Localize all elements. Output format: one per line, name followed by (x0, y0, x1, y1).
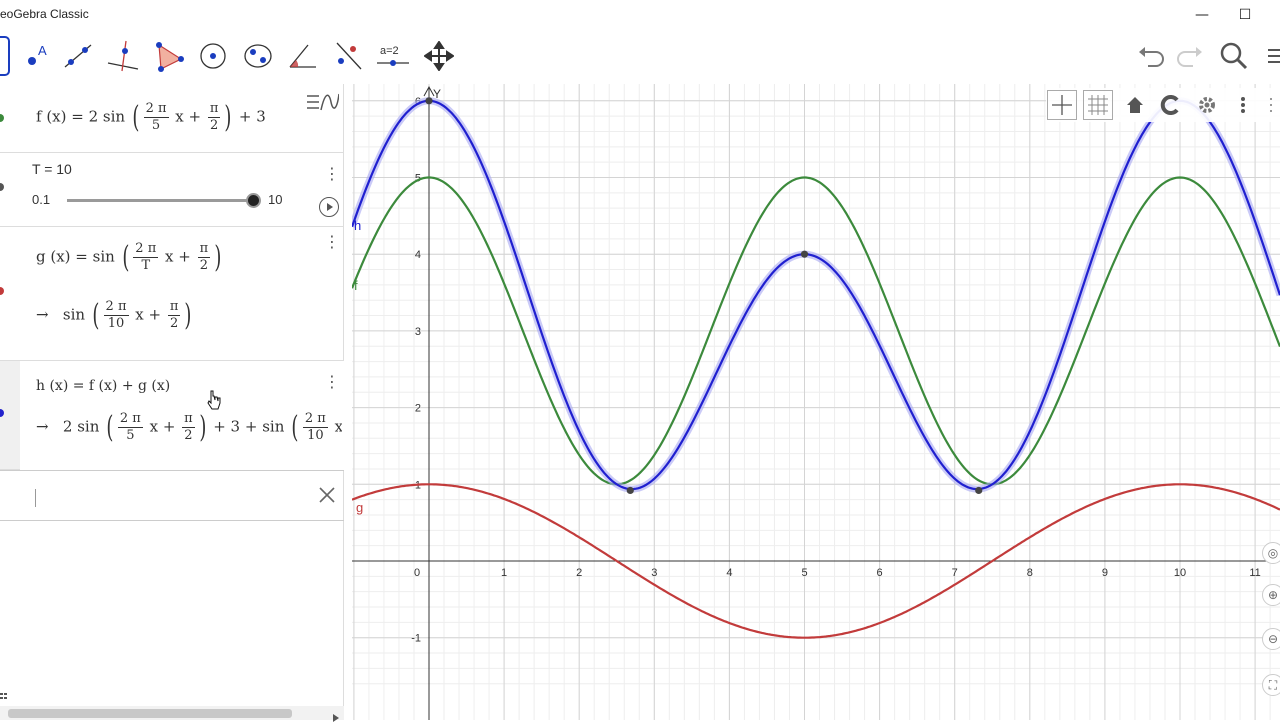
extremum-point (626, 486, 634, 495)
y-tick-label: -1 (411, 633, 421, 645)
x-tick-label: 9 (1102, 567, 1108, 579)
clear-input-icon[interactable] (317, 485, 337, 509)
slider-max: 10 (268, 192, 283, 207)
play-button[interactable] (319, 197, 339, 217)
grid-toggle-icon[interactable] (1083, 90, 1113, 120)
x-tick-label: 2 (576, 567, 582, 579)
visibility-toggle-f[interactable] (0, 114, 4, 122)
curve-label-h: h (354, 218, 361, 233)
menu-icon[interactable] (1262, 38, 1280, 74)
scroll-right-icon[interactable] (332, 708, 340, 727)
value-h: → 2 sin (2 π5 x + π 2) + 3 + sin (2 π 10 x… (36, 411, 342, 444)
curve-label-g: g (356, 500, 363, 515)
angle-tool-icon[interactable] (283, 36, 323, 76)
x-tick-label: 7 (952, 567, 958, 579)
collapse-stylebar-icon[interactable] (1262, 90, 1280, 120)
ellipse-tool-icon[interactable] (238, 36, 278, 76)
y-tick-label: 3 (415, 326, 421, 338)
y-tick-label: 4 (415, 249, 421, 261)
main-toolbar: A a=2 (0, 30, 1280, 84)
home-icon[interactable] (1120, 90, 1150, 120)
algebra-row-h[interactable]: ⋮ h (x) = f (x) + g (x) → 2 sin (2 π5 x … (0, 361, 344, 470)
y-tick-label: 2 (415, 403, 421, 415)
view-toggle-icon[interactable]: ◎ (1262, 542, 1280, 564)
definition-f: f (x) = 2 sin (2 π5 x + π 2) + 3 (36, 99, 266, 135)
input-caret (35, 489, 36, 507)
search-icon[interactable] (1216, 38, 1252, 74)
fullscreen-icon[interactable]: ⛶ (1262, 674, 1280, 696)
extremum-point (800, 250, 809, 258)
x-tick-label: 3 (651, 567, 657, 579)
perpendicular-tool-icon[interactable] (103, 36, 143, 76)
mouse-cursor-icon (207, 390, 221, 410)
visibility-toggle-g[interactable] (0, 287, 4, 295)
algebra-view: f (x) = 2 sin (2 π5 x + π 2) + 3 T = 10 ⋮… (0, 84, 344, 722)
visibility-toggle-h[interactable] (0, 409, 4, 417)
x-tick-label: 11 (1249, 567, 1260, 579)
slider-tool-label: a=2 (380, 45, 399, 57)
curve-label-f: f (354, 278, 358, 293)
value-g: → sin (2 π 10 x + π 2) (36, 297, 192, 333)
move-graphics-tool-icon[interactable] (419, 36, 459, 76)
undo-icon[interactable] (1133, 38, 1169, 74)
definition-h: h (x) = f (x) + g (x) (36, 378, 171, 394)
point-tool-icon[interactable]: A (15, 36, 55, 76)
curve-h (352, 99, 1280, 491)
visibility-toggle-T[interactable] (0, 183, 4, 191)
x-tick-label: 1 (501, 567, 507, 579)
maximize-button[interactable]: ☐ (1225, 4, 1265, 26)
axes-toggle-icon[interactable] (1047, 90, 1077, 120)
svg-text:A: A (38, 43, 47, 58)
x-tick-label: 4 (726, 567, 732, 579)
polygon-tool-icon[interactable] (148, 36, 188, 76)
window-title: eoGebra Classic (0, 7, 89, 21)
algebra-hscrollbar[interactable] (0, 706, 344, 722)
graph-canvas[interactable]: Y 0 1 2 3 4 5 6 7 8 9 10 11-1123456 hfg (352, 84, 1280, 720)
minimize-button[interactable]: — (1182, 4, 1222, 26)
graphics-stylebar (1046, 88, 1280, 122)
algebra-row-T[interactable]: T = 10 ⋮ (0, 153, 344, 227)
circle-tool-icon[interactable] (193, 36, 233, 76)
row-menu-icon[interactable]: ⋮ (324, 234, 340, 250)
zoom-in-icon[interactable]: ⊕ (1262, 584, 1280, 606)
scrollbar-thumb[interactable] (8, 709, 292, 718)
zoom-out-icon[interactable]: ⊖ (1262, 628, 1280, 650)
slider-knob[interactable] (246, 193, 261, 208)
algebra-keyboard-icon[interactable] (0, 688, 10, 700)
move-tool-icon[interactable] (0, 36, 10, 76)
settings-gear-icon[interactable] (1192, 90, 1222, 120)
curve-h-highlight (352, 97, 1280, 493)
graphics-menu-icon[interactable] (1228, 90, 1258, 120)
graphics-view[interactable]: Y 0 1 2 3 4 5 6 7 8 9 10 11 -1 1 2 3 4 5 6 hfg (352, 84, 1280, 720)
x-tick-label: 8 (1027, 567, 1033, 579)
x-tick-label: 0 (414, 567, 420, 579)
x-tick-label: 5 (801, 567, 807, 579)
slider-track[interactable] (67, 199, 254, 202)
x-tick-label: 6 (877, 567, 883, 579)
curves (352, 97, 1280, 639)
row-menu-icon[interactable]: ⋮ (324, 374, 340, 390)
slider-tool-icon[interactable]: a=2 (373, 36, 413, 76)
algebra-input[interactable] (0, 470, 344, 521)
extremum-point (425, 97, 433, 105)
algebra-row-g[interactable]: ⋮ g (x) = sin (2 πT x + π 2) → sin (2 π 10… (0, 227, 344, 361)
slider-min: 0.1 (32, 192, 51, 207)
reflect-tool-icon[interactable] (328, 36, 368, 76)
slider-label: T = 10 (32, 161, 72, 177)
extremum-point (975, 486, 983, 495)
line-tool-icon[interactable] (58, 36, 98, 76)
row-menu-icon[interactable]: ⋮ (324, 166, 340, 182)
algebra-row-f[interactable]: f (x) = 2 sin (2 π5 x + π 2) + 3 (0, 84, 344, 153)
window-titlebar: eoGebra Classic — ☐ (0, 0, 1280, 30)
x-tick-label: 10 (1174, 567, 1186, 579)
point-capturing-icon[interactable] (1156, 90, 1186, 120)
redo-icon[interactable] (1172, 38, 1208, 74)
definition-g: g (x) = sin (2 πT x + π 2) (36, 239, 222, 275)
